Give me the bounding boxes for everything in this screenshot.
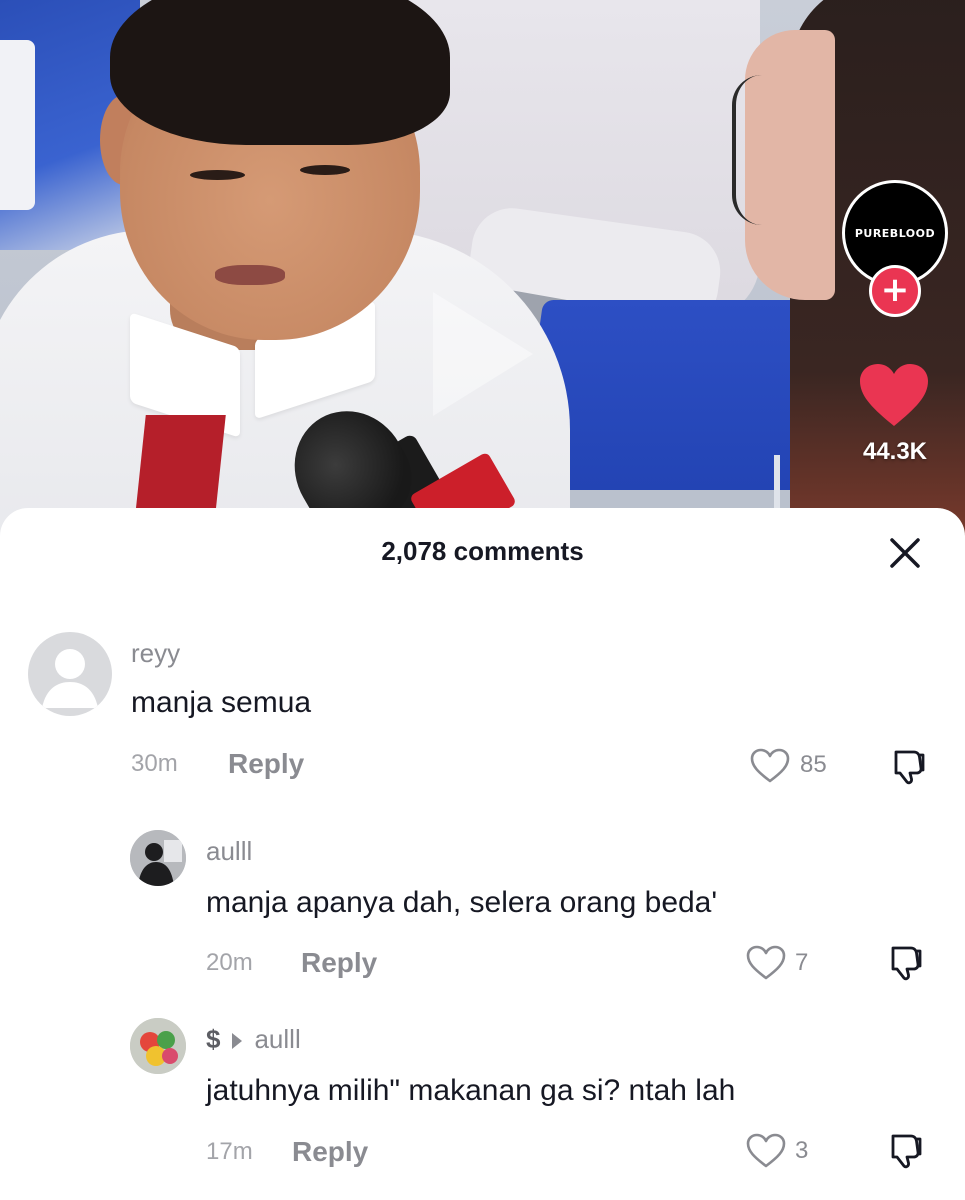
comment-time: 30m — [131, 750, 178, 777]
comments-sheet: 2,078 comments reyy manja semua 30m Repl… — [0, 508, 965, 1200]
dislike-icon[interactable] — [885, 942, 925, 982]
boy-mouth — [215, 265, 285, 285]
background-desk-leg — [560, 455, 780, 515]
like-count: 85 — [800, 751, 827, 778]
like-heart-icon[interactable] — [858, 362, 930, 428]
avatar[interactable] — [130, 1018, 186, 1074]
comment-username[interactable]: aulll — [206, 836, 252, 867]
heart-outline-icon[interactable] — [746, 1133, 786, 1169]
comment-time: 20m — [206, 949, 253, 976]
comment-username-thread: $ aulll — [206, 1024, 301, 1055]
close-icon[interactable] — [884, 532, 926, 574]
boy-hair — [110, 0, 450, 145]
comment-username[interactable]: reyy — [131, 638, 180, 669]
default-avatar-icon — [42, 649, 98, 708]
reply-to-username[interactable]: aulll — [254, 1024, 300, 1054]
background-chair-back — [0, 40, 35, 210]
creator-badge-text: PUREBLOOD — [854, 226, 936, 240]
comment-time: 17m — [206, 1138, 253, 1165]
like-count: 7 — [795, 949, 809, 976]
heart-outline-icon[interactable] — [746, 945, 786, 981]
comment-text: jatuhnya milih" makanan ga si? ntah lah — [206, 1074, 736, 1107]
boy-eye-left — [190, 170, 245, 180]
comment-text: manja semua — [131, 686, 312, 719]
like-count: 44.3K — [862, 438, 928, 465]
comments-count-title: 2,078 comments — [381, 536, 584, 566]
video-player[interactable]: PUREBLOOD + 44.3K — [0, 0, 965, 540]
reply-button[interactable]: Reply — [301, 947, 377, 979]
user-photo-icon — [130, 1018, 186, 1074]
like-count: 3 — [795, 1137, 809, 1164]
comment-username[interactable]: $ — [206, 1024, 220, 1054]
user-photo-icon — [130, 830, 186, 886]
reply-arrow-icon — [232, 1033, 243, 1050]
interviewer-glasses — [732, 75, 792, 225]
avatar[interactable] — [130, 830, 186, 886]
reply-button[interactable]: Reply — [292, 1136, 368, 1168]
dislike-icon[interactable] — [885, 1130, 925, 1170]
reply-button[interactable]: Reply — [228, 748, 304, 780]
comment-text: manja apanya dah, selera orang beda' — [206, 886, 718, 919]
play-icon[interactable] — [433, 292, 533, 416]
heart-outline-icon[interactable] — [750, 748, 790, 784]
dislike-icon[interactable] — [888, 746, 928, 786]
avatar[interactable] — [28, 632, 112, 716]
follow-plus-icon[interactable]: + — [869, 265, 921, 317]
boy-eye-right — [300, 165, 350, 175]
